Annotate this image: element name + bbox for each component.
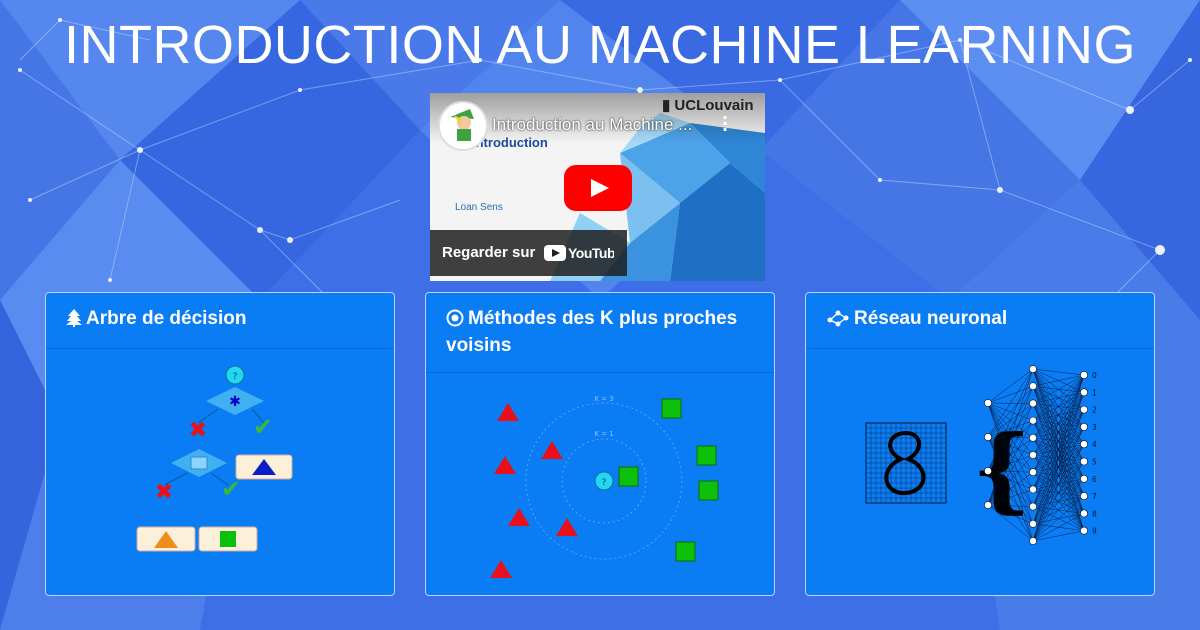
video-embed[interactable]: ▮ UCLouvain Introduction Loan Sens Intro… bbox=[430, 93, 765, 281]
nn-hidden-node bbox=[1029, 365, 1037, 373]
nn-hidden-node bbox=[1029, 468, 1037, 477]
nn-output-node bbox=[1080, 405, 1088, 414]
svg-text:✱: ✱ bbox=[229, 394, 241, 410]
svg-text:?: ? bbox=[602, 478, 607, 488]
nn-hidden-node bbox=[1029, 416, 1037, 425]
tree-icon bbox=[66, 309, 82, 334]
nn-output-label: 6 bbox=[1092, 475, 1097, 484]
watch-on-label: Regarder sur bbox=[442, 244, 536, 261]
card-header: Réseau neuronal bbox=[806, 293, 1154, 349]
nn-hidden-node bbox=[1029, 519, 1037, 528]
nn-output-label: 8 bbox=[1092, 509, 1097, 518]
card-header: Arbre de décision bbox=[46, 293, 394, 349]
nn-output-label: 4 bbox=[1092, 440, 1097, 449]
card-title: Arbre de décision bbox=[86, 308, 247, 329]
more-options-icon[interactable]: · · · bbox=[722, 110, 728, 138]
card-header: Méthodes des K plus proches voisins bbox=[426, 293, 774, 373]
watch-on-youtube-button[interactable]: Regarder sur YouTube bbox=[430, 230, 627, 276]
page-title: INTRODUCTION AU MACHINE LEARNING bbox=[63, 15, 1137, 75]
nn-input-node bbox=[984, 467, 992, 475]
nn-output-label: 7 bbox=[1092, 492, 1097, 501]
svg-text:YouTube: YouTube bbox=[568, 245, 614, 261]
card-title: Réseau neuronal bbox=[854, 308, 1008, 329]
nn-output-label: 9 bbox=[1092, 527, 1097, 536]
nn-output-node bbox=[1080, 474, 1088, 483]
nn-output-node bbox=[1080, 440, 1088, 449]
nn-input-node bbox=[984, 433, 992, 441]
nn-hidden-node bbox=[1029, 451, 1037, 459]
channel-avatar[interactable] bbox=[438, 101, 488, 151]
svg-text:✖: ✖ bbox=[155, 480, 173, 505]
card-knn[interactable]: Méthodes des K plus proches voisins K = … bbox=[425, 292, 775, 596]
nn-output-label: 5 bbox=[1092, 458, 1097, 467]
nn-output-node bbox=[1080, 509, 1088, 518]
card-neural-network[interactable]: Réseau neuronal { 0123456789 bbox=[805, 292, 1155, 596]
card-decision-tree[interactable]: Arbre de décision ? ✱ ✖ ✔ ✖ ✔ bbox=[45, 292, 395, 596]
elf-character-icon bbox=[440, 103, 486, 149]
nn-output-label: 0 bbox=[1092, 371, 1097, 380]
nn-hidden-node bbox=[1029, 399, 1037, 408]
nn-input-node bbox=[984, 399, 992, 407]
target-circle-icon bbox=[446, 309, 464, 334]
knn-illustration: K = 3 K = 1 ? bbox=[490, 395, 719, 578]
card-title: Méthodes des K plus proches voisins bbox=[446, 308, 738, 356]
nn-hidden-node bbox=[1029, 537, 1037, 545]
nn-output-label: 3 bbox=[1092, 423, 1097, 432]
video-title[interactable]: Introduction au Machine ... bbox=[492, 115, 692, 135]
nn-hidden-node bbox=[1029, 502, 1037, 511]
nn-hidden-node bbox=[1029, 485, 1037, 494]
svg-text:✖: ✖ bbox=[189, 418, 207, 443]
network-nodes-icon bbox=[826, 309, 850, 334]
nn-output-label: 1 bbox=[1092, 388, 1097, 397]
nn-output-label: 2 bbox=[1092, 406, 1097, 415]
svg-text:✔: ✔ bbox=[253, 413, 273, 441]
nn-input-node bbox=[984, 501, 992, 509]
nn-output-node bbox=[1080, 526, 1088, 535]
video-slide-author: Loan Sens bbox=[455, 202, 503, 213]
nn-output-node bbox=[1080, 457, 1088, 466]
youtube-logo-icon: YouTube bbox=[544, 245, 614, 261]
nn-output-node bbox=[1080, 388, 1088, 397]
play-button[interactable] bbox=[564, 165, 632, 211]
svg-text:K = 1: K = 1 bbox=[594, 430, 613, 438]
nn-output-node bbox=[1080, 423, 1088, 431]
neural-network-illustration: { 0123456789 bbox=[865, 365, 1097, 545]
svg-text:K = 3: K = 3 bbox=[594, 395, 613, 403]
decision-tree-illustration: ? ✱ ✖ ✔ ✖ ✔ bbox=[136, 365, 293, 552]
svg-text:?: ? bbox=[233, 372, 238, 382]
svg-text:✔: ✔ bbox=[221, 475, 241, 503]
nn-output-node bbox=[1080, 492, 1088, 500]
nn-hidden-node bbox=[1029, 433, 1037, 442]
nn-output-node bbox=[1080, 371, 1088, 379]
nn-hidden-node bbox=[1029, 382, 1037, 391]
video-channel-brand: ▮ UCLouvain bbox=[662, 97, 754, 114]
